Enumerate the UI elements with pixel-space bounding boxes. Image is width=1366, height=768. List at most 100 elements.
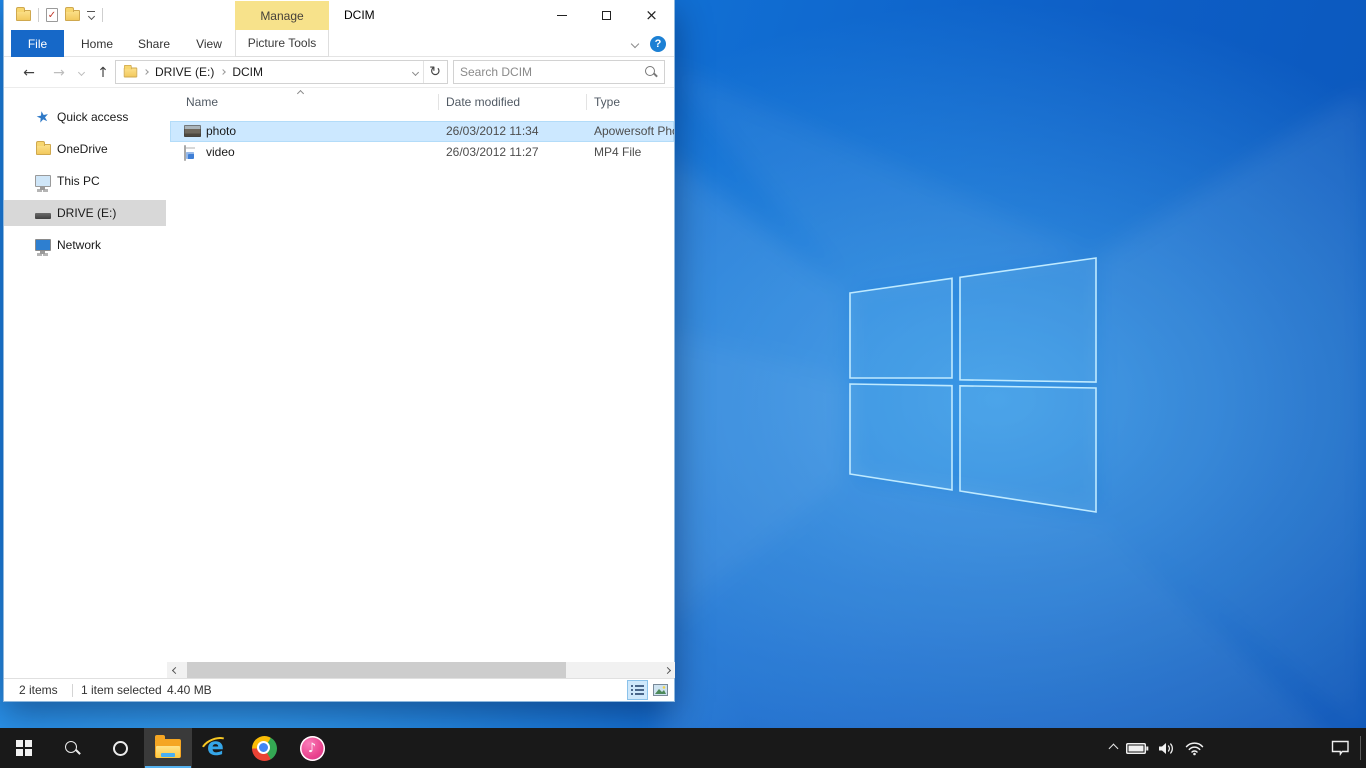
- chevron-right-icon: [663, 666, 670, 673]
- scrollbar-thumb[interactable]: [187, 662, 566, 678]
- file-list-pane: Name Date modified Type photo 26/03/2012…: [166, 88, 674, 662]
- search-icon: [644, 65, 658, 79]
- file-type: Apowersoft Pho: [594, 121, 674, 142]
- volume-icon[interactable]: [1158, 741, 1176, 756]
- title-bar: ✓ Manage DCIM ×: [4, 0, 674, 30]
- qat-separator: [102, 8, 103, 22]
- chrome-icon: [252, 736, 277, 761]
- chevron-down-icon: [77, 69, 84, 76]
- search-icon: [64, 740, 80, 756]
- cortana-button[interactable]: [96, 728, 144, 768]
- back-button[interactable]: ←: [18, 57, 40, 88]
- main-area: ★ Quick access OneDrive This PC DRIVE (E…: [4, 88, 674, 662]
- screen: ✓ Manage DCIM × File Home Share View: [0, 0, 1366, 768]
- sidebar-item-drive-e[interactable]: DRIVE (E:): [4, 200, 166, 226]
- forward-icon: →: [53, 65, 65, 81]
- tab-picture-tools[interactable]: Picture Tools: [235, 30, 329, 57]
- column-header-type[interactable]: Type: [594, 90, 620, 114]
- sidebar-item-this-pc[interactable]: This PC: [4, 168, 166, 194]
- hidden-icons-chevron-icon[interactable]: [1109, 743, 1119, 753]
- address-bar[interactable]: DRIVE (E:) DCIM ↻: [115, 60, 448, 84]
- sidebar-item-quick-access[interactable]: ★ Quick access: [4, 104, 166, 130]
- thumbnail-view-icon: [653, 684, 668, 696]
- details-view-button[interactable]: [627, 680, 648, 700]
- chrome-button[interactable]: [240, 728, 288, 768]
- sidebar-item-network[interactable]: Network: [4, 232, 166, 258]
- column-header-date-modified[interactable]: Date modified: [446, 90, 520, 114]
- status-bar: 2 items 1 item selected 4.40 MB: [4, 678, 674, 701]
- tab-share[interactable]: Share: [130, 30, 178, 57]
- action-center-button[interactable]: [1331, 728, 1350, 768]
- taskbar-file-explorer-button[interactable]: [144, 728, 192, 768]
- location-folder-icon: [124, 67, 138, 77]
- chevron-down-icon: [87, 13, 94, 20]
- sidebar-item-label: Network: [57, 238, 101, 252]
- forward-button[interactable]: →: [48, 57, 70, 88]
- system-tray: [1110, 728, 1204, 768]
- itunes-button[interactable]: ♪: [288, 728, 336, 768]
- check-icon: ✓: [48, 10, 56, 21]
- breadcrumb-separator-icon: [143, 69, 149, 75]
- up-icon: ↑: [97, 65, 109, 81]
- scroll-left-button[interactable]: [167, 662, 183, 678]
- thumbnail-view-button[interactable]: [650, 680, 671, 700]
- expand-ribbon-chevron-icon[interactable]: [631, 39, 639, 47]
- itunes-icon: ♪: [300, 736, 325, 761]
- selection-size: 4.40 MB: [167, 679, 212, 702]
- tab-file[interactable]: File: [11, 30, 64, 57]
- address-dropdown-icon[interactable]: [412, 68, 419, 75]
- search-box[interactable]: [453, 60, 665, 84]
- internet-explorer-button[interactable]: e: [192, 728, 240, 768]
- maximize-button[interactable]: [584, 0, 629, 30]
- search-input[interactable]: [454, 65, 644, 79]
- wifi-icon[interactable]: [1185, 741, 1204, 756]
- sidebar-item-onedrive[interactable]: OneDrive: [4, 136, 166, 162]
- file-name: photo: [206, 121, 236, 142]
- quick-access-star-icon: ★: [35, 108, 51, 125]
- music-note-icon: ♪: [308, 741, 316, 756]
- address-bar-row: ← → ↑ DRIVE (E:) DCIM ↻: [4, 57, 674, 88]
- sidebar-item-label: Quick access: [57, 110, 128, 124]
- this-pc-monitor-icon: [35, 175, 51, 187]
- action-center-icon: [1331, 740, 1350, 756]
- tab-home[interactable]: Home: [74, 30, 120, 57]
- minimize-icon: [557, 15, 567, 16]
- tab-view[interactable]: View: [186, 30, 232, 57]
- minimize-button[interactable]: [539, 0, 584, 30]
- column-header-name[interactable]: Name: [186, 90, 218, 114]
- chevron-left-icon: [171, 666, 178, 673]
- breadcrumb-drive[interactable]: DRIVE (E:): [153, 65, 216, 79]
- recent-locations-button[interactable]: [74, 57, 88, 88]
- up-button[interactable]: ↑: [92, 57, 114, 88]
- explorer-app-icon: [16, 10, 31, 21]
- items-count: 2 items: [19, 679, 58, 702]
- breadcrumb-dcim[interactable]: DCIM: [230, 65, 265, 79]
- sort-ascending-icon: [297, 90, 304, 97]
- cortana-circle-icon: [113, 741, 128, 756]
- horizontal-scrollbar[interactable]: [167, 662, 675, 678]
- contextual-group-manage[interactable]: Manage: [235, 1, 329, 30]
- sidebar-item-label: This PC: [57, 174, 100, 188]
- scroll-right-button[interactable]: [659, 662, 675, 678]
- file-row-video[interactable]: video 26/03/2012 11:27 MP4 File: [170, 142, 674, 163]
- close-button[interactable]: ×: [629, 0, 674, 30]
- file-row-photo[interactable]: photo 26/03/2012 11:34 Apowersoft Pho: [170, 121, 674, 142]
- window-controls: ×: [539, 0, 674, 30]
- properties-button[interactable]: ✓: [46, 8, 58, 22]
- customize-qat-button[interactable]: [87, 11, 95, 19]
- column-separator[interactable]: [586, 94, 587, 110]
- close-icon: ×: [645, 8, 658, 23]
- new-folder-button[interactable]: [65, 10, 80, 21]
- column-separator[interactable]: [438, 94, 439, 110]
- battery-icon[interactable]: [1126, 742, 1149, 755]
- refresh-button[interactable]: ↻: [429, 64, 441, 80]
- network-icon: [35, 239, 51, 251]
- internet-explorer-icon: e: [202, 734, 230, 762]
- taskbar-search-button[interactable]: [48, 728, 96, 768]
- windows-logo-icon: [16, 740, 32, 756]
- ribbon-right-controls: ?: [632, 30, 666, 57]
- help-button[interactable]: ?: [650, 36, 666, 52]
- show-desktop-button[interactable]: [1360, 736, 1361, 760]
- start-button[interactable]: [0, 728, 48, 768]
- file-type: MP4 File: [594, 142, 674, 163]
